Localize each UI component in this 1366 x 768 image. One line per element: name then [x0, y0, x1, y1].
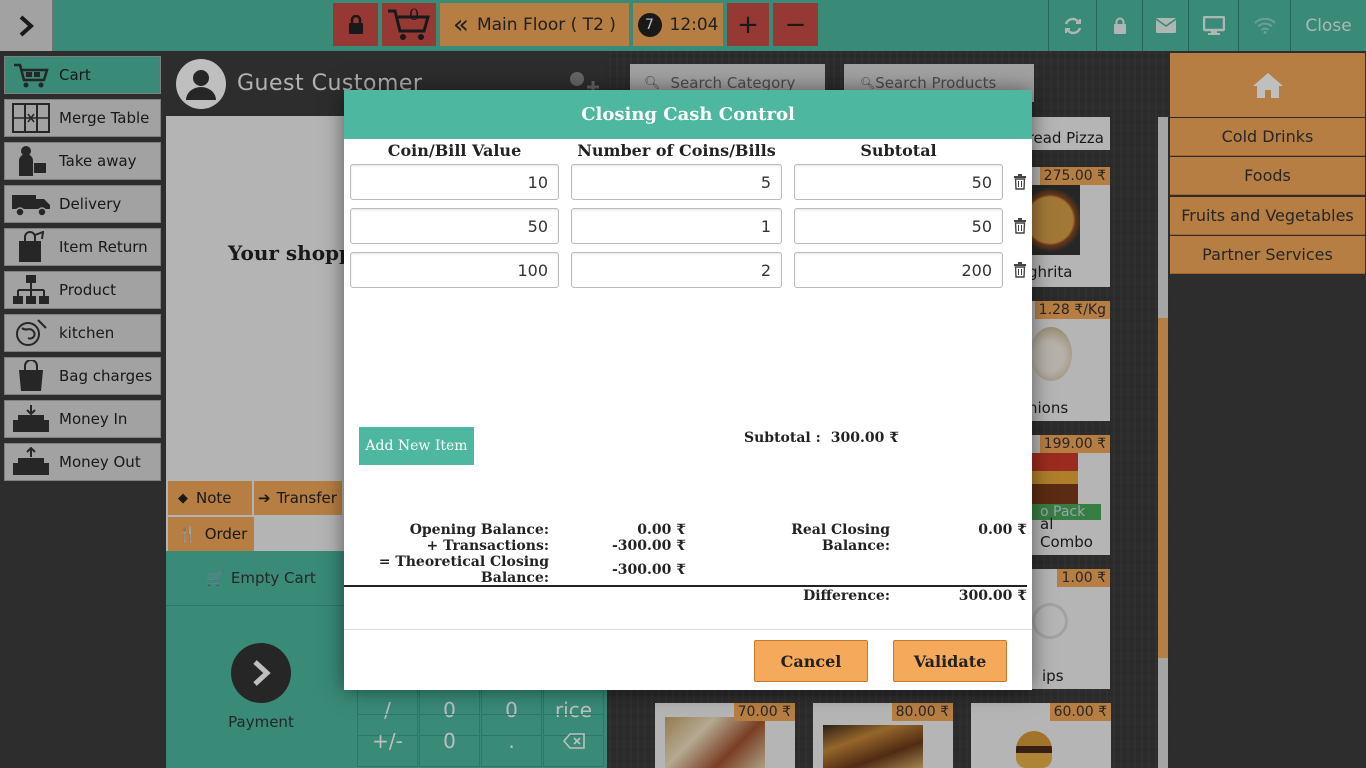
coin-value-input[interactable]: 10	[350, 164, 559, 200]
cancel-button[interactable]: Cancel	[754, 640, 868, 682]
delete-row-icon[interactable]	[1013, 218, 1027, 234]
opening-balance-value: 0.00 ₹	[637, 522, 686, 538]
coin-count-input[interactable]: 5	[571, 164, 782, 200]
coin-count-input[interactable]: 2	[571, 252, 782, 288]
opening-balance-label: Opening Balance:	[409, 522, 549, 538]
theoretical-closing-label-line1: = Theoretical Closing	[378, 554, 549, 570]
footer-divider	[344, 629, 1032, 630]
column-header-subtotal: Subtotal	[860, 141, 937, 160]
row-subtotal: 50	[794, 164, 1003, 200]
real-closing-balance-label: Real Closing Balance:	[791, 522, 890, 554]
difference-label: Difference:	[803, 588, 890, 604]
coin-count-input[interactable]: 1	[571, 208, 782, 244]
theoretical-closing-label: = Theoretical Closing Balance:	[364, 554, 549, 586]
coin-value-input[interactable]: 100	[350, 252, 559, 288]
column-header-value: Coin/Bill Value	[387, 141, 522, 160]
theoretical-closing-value: -300.00 ₹	[611, 562, 686, 578]
add-new-item-button[interactable]: Add New Item	[359, 427, 474, 465]
delete-row-icon[interactable]	[1013, 174, 1027, 190]
theoretical-closing-label-line2: Balance:	[480, 570, 549, 586]
dialog-title: Closing Cash Control	[344, 90, 1032, 139]
transactions-label: + Transactions:	[426, 538, 549, 554]
delete-row-icon[interactable]	[1013, 262, 1027, 278]
coin-value-input[interactable]: 50	[350, 208, 559, 244]
transactions-value: -300.00 ₹	[611, 538, 686, 554]
real-closing-balance-value: 0.00 ₹	[978, 522, 1027, 538]
validate-button[interactable]: Validate	[893, 640, 1007, 682]
totals-divider	[344, 585, 1027, 587]
row-subtotal: 200	[794, 252, 1003, 288]
difference-value: 300.00 ₹	[958, 588, 1027, 604]
subtotal-value: 300.00 ₹	[830, 430, 899, 446]
row-subtotal: 50	[794, 208, 1003, 244]
column-header-count: Number of Coins/Bills	[577, 141, 776, 160]
closing-cash-control-dialog: Closing Cash Control Coin/Bill Value Num…	[344, 90, 1032, 690]
